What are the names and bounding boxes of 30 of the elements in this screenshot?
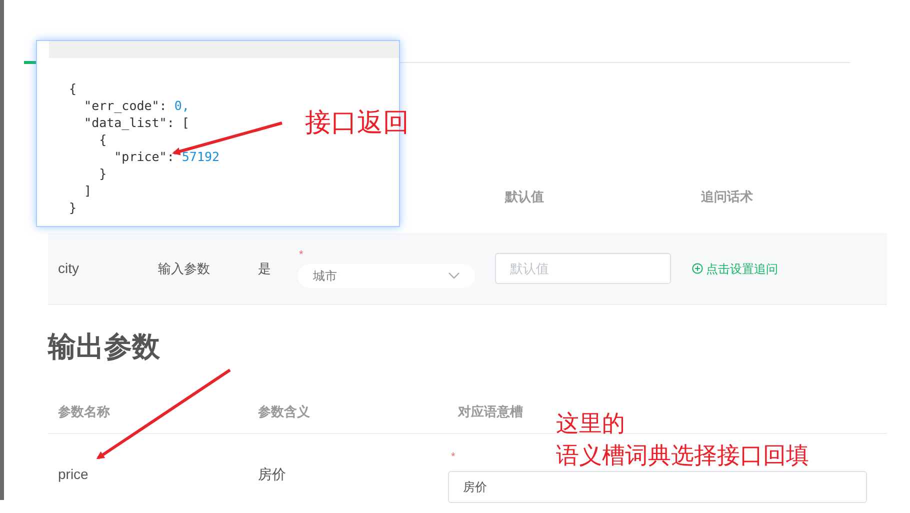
table-cell-text: price (57, 464, 90, 484)
slot-select[interactable]: 城市 (298, 264, 475, 288)
chevron-down-icon (448, 272, 460, 280)
column-header: 参数名称 (57, 402, 111, 421)
code-line: { (69, 80, 77, 97)
column-header: 追问话术 (701, 188, 754, 206)
required-mark: * (298, 249, 304, 261)
table-cell-text: 房价 (257, 464, 287, 484)
column-header: 对应语意槽 (456, 402, 524, 421)
table-cell-text: 输入参数 (157, 260, 211, 278)
annotation-text: 这里的 (556, 409, 625, 438)
code-line: } (98, 165, 107, 182)
column-header: 参数含义 (257, 402, 311, 421)
required-mark: * (450, 451, 456, 463)
default-value-input[interactable]: 默认值 (495, 253, 671, 284)
slot-input[interactable]: 房价 (448, 471, 867, 503)
column-header: 默认值 (505, 188, 545, 206)
code-line: ] (83, 182, 92, 199)
code-line: { (98, 131, 107, 148)
annotation-text: 接口返回 (305, 106, 409, 138)
code-line: "data_list": [ (83, 114, 190, 131)
section-title: 输出参数 (48, 329, 161, 365)
table-cell-text: 是 (257, 260, 272, 278)
set-follow-up-link[interactable]: 点击设置追问 (692, 260, 778, 278)
code-line: "price": 57192 (113, 148, 220, 165)
code-line: "err_code": 0, (83, 97, 190, 114)
code-line: } (69, 199, 77, 216)
plus-circle-icon (692, 263, 703, 274)
annotation-text: 语义槽词典选择接口回填 (556, 441, 809, 470)
table-cell-text: city (57, 259, 80, 278)
